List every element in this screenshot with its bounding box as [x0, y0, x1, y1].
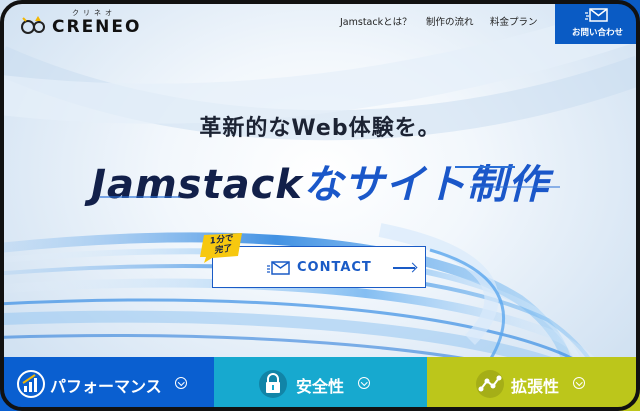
hero-tagline: 革新的なWeb体験を。	[199, 116, 441, 141]
feature-label-security: 安全性	[296, 377, 345, 396]
logo-mark-icon	[21, 16, 46, 34]
feature-card-performance[interactable]: パフォーマンス	[0, 357, 214, 411]
cta-label: CONTACT	[297, 260, 372, 275]
mail-icon	[267, 261, 290, 275]
chevron-down-icon	[573, 377, 585, 389]
feature-card-security[interactable]: 安全性	[214, 357, 427, 411]
header-contact-button[interactable]: お問い合わせ	[555, 0, 640, 44]
creneo-logo[interactable]: クリネオ CRENEO	[20, 8, 150, 38]
site-header: クリネオ CRENEO Jamstackとは？ 制作の流れ 料金プラン お問い合…	[0, 0, 640, 44]
chevron-down-icon	[358, 377, 370, 389]
hero-headline: Jamstackなサイト制作	[0, 152, 640, 210]
header-contact-label: お問い合わせ	[571, 28, 623, 38]
feature-label-scalability: 拡張性	[511, 377, 560, 396]
nav-item-jamstack[interactable]: Jamstackとは？	[340, 14, 412, 28]
nav-item-flow[interactable]: 制作の流れ	[426, 14, 474, 28]
chevron-down-icon	[175, 377, 187, 389]
arrow-right-icon	[393, 267, 415, 269]
page: クリネオ CRENEO Jamstackとは？ 制作の流れ 料金プラン お問い合…	[0, 0, 640, 411]
network-nodes-icon	[476, 370, 504, 398]
headline-site-production: なサイト制作	[302, 162, 549, 208]
performance-chart-icon	[17, 370, 45, 398]
speed-line	[455, 166, 515, 168]
mail-speed-icon	[585, 8, 608, 22]
speed-line	[100, 196, 180, 198]
feature-card-scalability[interactable]: 拡張性	[427, 357, 640, 411]
feature-cards: パフォーマンス 安全性 拡張性	[0, 357, 640, 411]
feature-label-performance: パフォーマンス	[50, 377, 162, 396]
one-minute-badge: 1分で 完了	[198, 232, 246, 264]
speed-line	[470, 186, 560, 188]
lock-icon	[259, 370, 287, 398]
logo-wordmark: CRENEO	[52, 17, 142, 37]
nav-item-pricing[interactable]: 料金プラン	[490, 14, 538, 28]
headline-jamstack: Jamstack	[91, 162, 303, 208]
